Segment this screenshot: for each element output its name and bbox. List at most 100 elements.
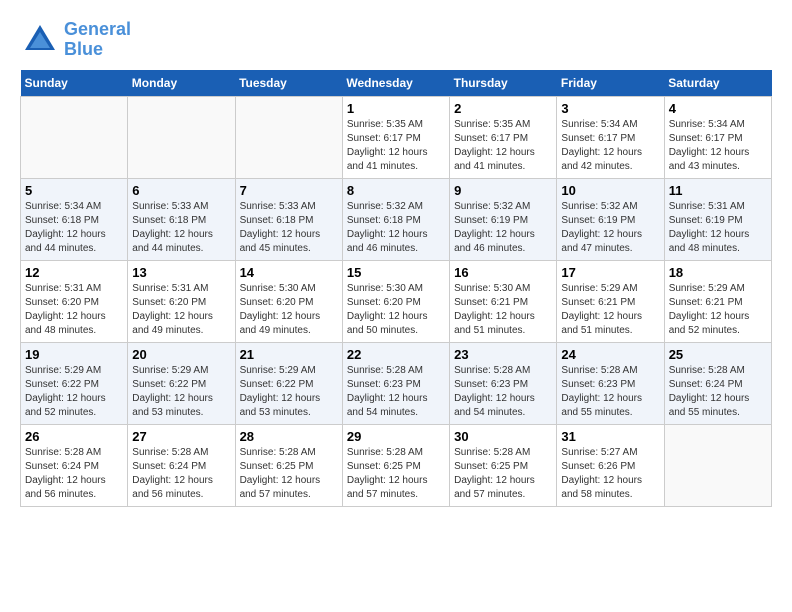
calendar-table: SundayMondayTuesdayWednesdayThursdayFrid… — [20, 70, 772, 507]
day-info: Sunrise: 5:34 AM Sunset: 6:17 PM Dayligh… — [669, 118, 767, 174]
calendar-day: 27 Sunrise: 5:28 AM Sunset: 6:24 PM Dayli… — [128, 425, 235, 507]
day-info: Sunrise: 5:34 AM Sunset: 6:18 PM Dayligh… — [25, 200, 123, 256]
day-number: 12 — [25, 265, 123, 280]
day-number: 11 — [669, 183, 767, 198]
calendar-week: 26 Sunrise: 5:28 AM Sunset: 6:24 PM Dayli… — [21, 425, 772, 507]
day-number: 27 — [132, 429, 230, 444]
calendar-day: 22 Sunrise: 5:28 AM Sunset: 6:23 PM Dayli… — [342, 343, 449, 425]
weekday-header: Wednesday — [342, 70, 449, 97]
day-number: 19 — [25, 347, 123, 362]
day-info: Sunrise: 5:29 AM Sunset: 6:22 PM Dayligh… — [132, 364, 230, 420]
calendar-day: 16 Sunrise: 5:30 AM Sunset: 6:21 PM Dayli… — [450, 261, 557, 343]
day-info: Sunrise: 5:32 AM Sunset: 6:19 PM Dayligh… — [561, 200, 659, 256]
calendar-body: 1 Sunrise: 5:35 AM Sunset: 6:17 PM Daylig… — [21, 97, 772, 507]
weekday-header: Saturday — [664, 70, 771, 97]
calendar-day — [664, 425, 771, 507]
calendar-day: 29Sunrise: 5:28 AM Sunset: 6:25 PM Dayli… — [342, 425, 449, 507]
calendar-day: 23Sunrise: 5:28 AM Sunset: 6:23 PM Dayli… — [450, 343, 557, 425]
day-info: Sunrise: 5:35 AM Sunset: 6:17 PM Dayligh… — [347, 118, 445, 174]
day-number: 9 — [454, 183, 552, 198]
calendar-day: 28 Sunrise: 5:28 AM Sunset: 6:25 PM Dayli… — [235, 425, 342, 507]
calendar-day: 26 Sunrise: 5:28 AM Sunset: 6:24 PM Dayli… — [21, 425, 128, 507]
calendar-day: 21Sunrise: 5:29 AM Sunset: 6:22 PM Dayli… — [235, 343, 342, 425]
day-number: 23 — [454, 347, 552, 362]
day-number: 20 — [132, 347, 230, 362]
day-info: Sunrise: 5:32 AM Sunset: 6:18 PM Dayligh… — [347, 200, 445, 256]
calendar-day — [128, 97, 235, 179]
day-info: Sunrise: 5:34 AM Sunset: 6:17 PM Dayligh… — [561, 118, 659, 174]
day-number: 30 — [454, 429, 552, 444]
day-number: 16 — [454, 265, 552, 280]
day-info: Sunrise: 5:32 AM Sunset: 6:19 PM Dayligh… — [454, 200, 552, 256]
day-number: 6 — [132, 183, 230, 198]
logo-icon — [20, 20, 60, 60]
calendar-week: 12 Sunrise: 5:31 AM Sunset: 6:20 PM Dayli… — [21, 261, 772, 343]
calendar-day: 20 Sunrise: 5:29 AM Sunset: 6:22 PM Dayli… — [128, 343, 235, 425]
day-info: Sunrise: 5:28 AM Sunset: 6:23 PM Dayligh… — [561, 364, 659, 420]
day-info: Sunrise: 5:28 AM Sunset: 6:25 PM Dayligh… — [240, 446, 338, 502]
day-info: Sunrise: 5:28 AM Sunset: 6:23 PM Dayligh… — [347, 364, 445, 420]
day-number: 25 — [669, 347, 767, 362]
logo-text: General Blue — [64, 20, 131, 60]
calendar-day: 2 Sunrise: 5:35 AM Sunset: 6:17 PM Daylig… — [450, 97, 557, 179]
day-number: 2 — [454, 101, 552, 116]
calendar-day: 17 Sunrise: 5:29 AM Sunset: 6:21 PM Dayli… — [557, 261, 664, 343]
calendar-week: 19 Sunrise: 5:29 AM Sunset: 6:22 PM Dayli… — [21, 343, 772, 425]
day-number: 28 — [240, 429, 338, 444]
weekday-header: Monday — [128, 70, 235, 97]
weekday-header: Sunday — [21, 70, 128, 97]
logo: General Blue — [20, 20, 131, 60]
calendar-day: 12Sunrise: 5:31 AM Sunset: 6:20 PM Dayli… — [21, 261, 128, 343]
calendar-week: 5 Sunrise: 5:34 AM Sunset: 6:18 PM Daylig… — [21, 179, 772, 261]
day-number: 26 — [25, 429, 123, 444]
day-info: Sunrise: 5:28 AM Sunset: 6:25 PM Dayligh… — [454, 446, 552, 502]
day-number: 18 — [669, 265, 767, 280]
day-number: 8 — [347, 183, 445, 198]
calendar-day: 5 Sunrise: 5:34 AM Sunset: 6:18 PM Daylig… — [21, 179, 128, 261]
calendar-day: 11Sunrise: 5:31 AM Sunset: 6:19 PM Dayli… — [664, 179, 771, 261]
calendar-day — [235, 97, 342, 179]
day-info: Sunrise: 5:29 AM Sunset: 6:22 PM Dayligh… — [240, 364, 338, 420]
day-number: 5 — [25, 183, 123, 198]
day-info: Sunrise: 5:35 AM Sunset: 6:17 PM Dayligh… — [454, 118, 552, 174]
calendar-day: 18 Sunrise: 5:29 AM Sunset: 6:21 PM Dayli… — [664, 261, 771, 343]
day-number: 31 — [561, 429, 659, 444]
calendar-day: 8 Sunrise: 5:32 AM Sunset: 6:18 PM Daylig… — [342, 179, 449, 261]
day-number: 15 — [347, 265, 445, 280]
day-info: Sunrise: 5:31 AM Sunset: 6:20 PM Dayligh… — [132, 282, 230, 338]
day-number: 1 — [347, 101, 445, 116]
day-number: 22 — [347, 347, 445, 362]
day-number: 10 — [561, 183, 659, 198]
day-info: Sunrise: 5:29 AM Sunset: 6:21 PM Dayligh… — [669, 282, 767, 338]
calendar-day: 10 Sunrise: 5:32 AM Sunset: 6:19 PM Dayli… — [557, 179, 664, 261]
day-info: Sunrise: 5:33 AM Sunset: 6:18 PM Dayligh… — [132, 200, 230, 256]
calendar-day: 25 Sunrise: 5:28 AM Sunset: 6:24 PM Dayli… — [664, 343, 771, 425]
calendar-header: SundayMondayTuesdayWednesdayThursdayFrid… — [21, 70, 772, 97]
day-info: Sunrise: 5:29 AM Sunset: 6:22 PM Dayligh… — [25, 364, 123, 420]
calendar-day: 31Sunrise: 5:27 AM Sunset: 6:26 PM Dayli… — [557, 425, 664, 507]
calendar-day: 9 Sunrise: 5:32 AM Sunset: 6:19 PM Daylig… — [450, 179, 557, 261]
day-number: 17 — [561, 265, 659, 280]
page-header: General Blue — [20, 20, 772, 60]
calendar-week: 1 Sunrise: 5:35 AM Sunset: 6:17 PM Daylig… — [21, 97, 772, 179]
day-number: 14 — [240, 265, 338, 280]
calendar-day: 13 Sunrise: 5:31 AM Sunset: 6:20 PM Dayli… — [128, 261, 235, 343]
day-info: Sunrise: 5:30 AM Sunset: 6:20 PM Dayligh… — [347, 282, 445, 338]
day-info: Sunrise: 5:28 AM Sunset: 6:24 PM Dayligh… — [132, 446, 230, 502]
day-info: Sunrise: 5:30 AM Sunset: 6:21 PM Dayligh… — [454, 282, 552, 338]
calendar-day: 7Sunrise: 5:33 AM Sunset: 6:18 PM Daylig… — [235, 179, 342, 261]
weekday-header: Thursday — [450, 70, 557, 97]
day-info: Sunrise: 5:28 AM Sunset: 6:24 PM Dayligh… — [669, 364, 767, 420]
calendar-day: 1 Sunrise: 5:35 AM Sunset: 6:17 PM Daylig… — [342, 97, 449, 179]
day-info: Sunrise: 5:30 AM Sunset: 6:20 PM Dayligh… — [240, 282, 338, 338]
day-number: 3 — [561, 101, 659, 116]
calendar-day: 4Sunrise: 5:34 AM Sunset: 6:17 PM Daylig… — [664, 97, 771, 179]
day-number: 7 — [240, 183, 338, 198]
day-info: Sunrise: 5:29 AM Sunset: 6:21 PM Dayligh… — [561, 282, 659, 338]
day-number: 13 — [132, 265, 230, 280]
calendar-day: 6 Sunrise: 5:33 AM Sunset: 6:18 PM Daylig… — [128, 179, 235, 261]
day-info: Sunrise: 5:28 AM Sunset: 6:24 PM Dayligh… — [25, 446, 123, 502]
day-number: 29 — [347, 429, 445, 444]
calendar-day — [21, 97, 128, 179]
weekday-header: Tuesday — [235, 70, 342, 97]
